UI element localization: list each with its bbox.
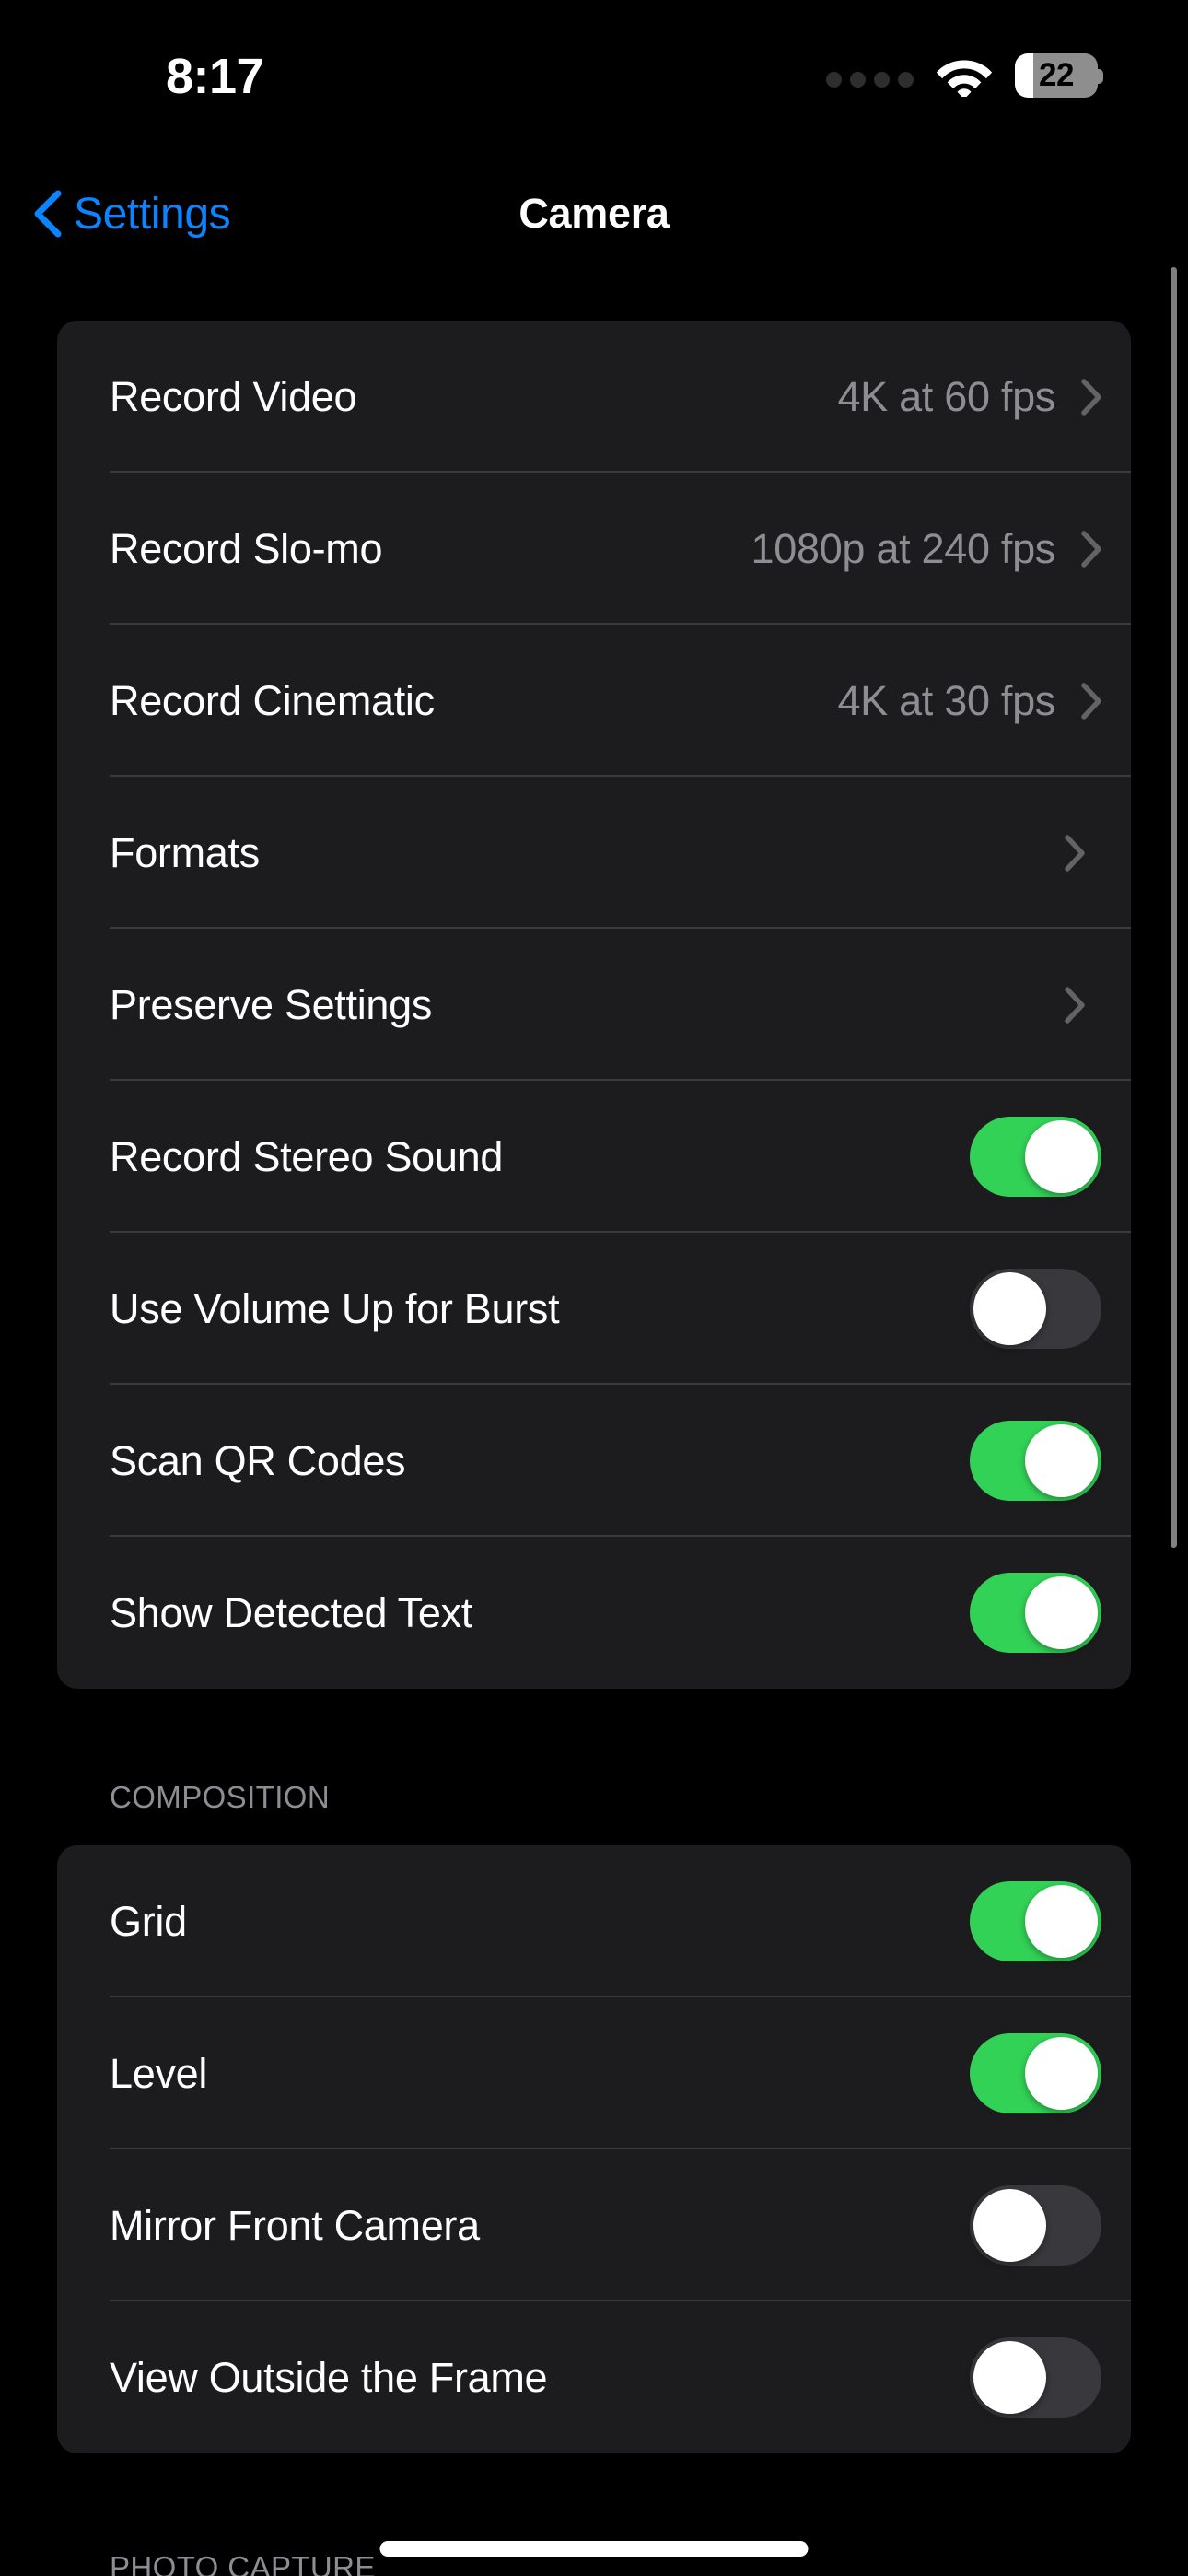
row-label: Level xyxy=(110,2049,208,2097)
chevron-right-icon xyxy=(1081,378,1101,416)
toggle-view-outside-the-frame[interactable] xyxy=(970,2337,1101,2418)
row-label: Grid xyxy=(110,1897,187,1945)
toggle-knob xyxy=(973,1272,1046,1345)
row-label: Use Volume Up for Burst xyxy=(110,1284,560,1332)
row-label: Formats xyxy=(110,828,260,876)
row-record-cinematic[interactable]: Record Cinematic 4K at 30 fps xyxy=(57,625,1131,777)
row-show-detected-text[interactable]: Show Detected Text xyxy=(57,1537,1131,1689)
row-label: View Outside the Frame xyxy=(110,2353,548,2401)
chevron-right-icon xyxy=(1065,986,1101,1024)
toggle-scan-qr-codes[interactable] xyxy=(970,1421,1101,1501)
settings-scroll-area[interactable]: Record Video 4K at 60 fps Record Slo-mo … xyxy=(0,0,1188,2576)
row-label: Record Stereo Sound xyxy=(110,1132,504,1180)
row-mirror-front-camera[interactable]: Mirror Front Camera xyxy=(57,2149,1131,2301)
row-level[interactable]: Level xyxy=(57,1997,1131,2149)
chevron-right-icon xyxy=(1065,834,1101,872)
toggle-grid[interactable] xyxy=(970,1881,1101,1961)
row-record-video[interactable]: Record Video 4K at 60 fps xyxy=(57,321,1131,473)
row-label: Record Slo-mo xyxy=(110,524,383,572)
row-use-volume-up-for-burst[interactable]: Use Volume Up for Burst xyxy=(57,1233,1131,1385)
row-record-slo-mo[interactable]: Record Slo-mo 1080p at 240 fps xyxy=(57,473,1131,625)
group-header-photo-capture: PHOTO CAPTURE xyxy=(110,2550,376,2576)
vertical-scrollbar[interactable] xyxy=(1171,267,1177,1548)
toggle-knob xyxy=(1025,1885,1098,1958)
toggle-knob xyxy=(973,2341,1046,2414)
toggle-knob xyxy=(1025,1120,1098,1193)
row-label: Show Detected Text xyxy=(110,1588,472,1636)
row-label: Mirror Front Camera xyxy=(110,2201,480,2249)
toggle-record-stereo-sound[interactable] xyxy=(970,1117,1101,1197)
toggle-mirror-front-camera[interactable] xyxy=(970,2185,1101,2266)
toggle-knob xyxy=(1025,1576,1098,1649)
row-value: 4K at 60 fps xyxy=(837,372,1055,420)
chevron-right-icon xyxy=(1081,682,1101,720)
toggle-knob xyxy=(973,2189,1046,2262)
toggle-knob xyxy=(1025,2037,1098,2110)
row-value: 4K at 30 fps xyxy=(837,676,1055,724)
home-indicator[interactable] xyxy=(379,2541,809,2557)
row-preserve-settings[interactable]: Preserve Settings xyxy=(57,929,1131,1081)
settings-group-composition: Grid Level Mirror Front Camera View Outs… xyxy=(57,1845,1131,2453)
row-label: Scan QR Codes xyxy=(110,1436,406,1484)
settings-group-camera: Record Video 4K at 60 fps Record Slo-mo … xyxy=(57,321,1131,1689)
group-header-composition: COMPOSITION xyxy=(110,1780,331,1814)
toggle-level[interactable] xyxy=(970,2033,1101,2113)
toggle-knob xyxy=(1025,1424,1098,1497)
row-value: 1080p at 240 fps xyxy=(751,524,1056,572)
chevron-right-icon xyxy=(1081,530,1101,568)
row-label: Record Video xyxy=(110,372,357,420)
row-label: Record Cinematic xyxy=(110,676,435,724)
row-formats[interactable]: Formats xyxy=(57,777,1131,929)
row-label: Preserve Settings xyxy=(110,980,433,1028)
row-view-outside-the-frame[interactable]: View Outside the Frame xyxy=(57,2301,1131,2453)
row-record-stereo-sound[interactable]: Record Stereo Sound xyxy=(57,1081,1131,1233)
toggle-use-volume-up-for-burst[interactable] xyxy=(970,1269,1101,1349)
toggle-show-detected-text[interactable] xyxy=(970,1573,1101,1653)
row-grid[interactable]: Grid xyxy=(57,1845,1131,1997)
row-scan-qr-codes[interactable]: Scan QR Codes xyxy=(57,1385,1131,1537)
